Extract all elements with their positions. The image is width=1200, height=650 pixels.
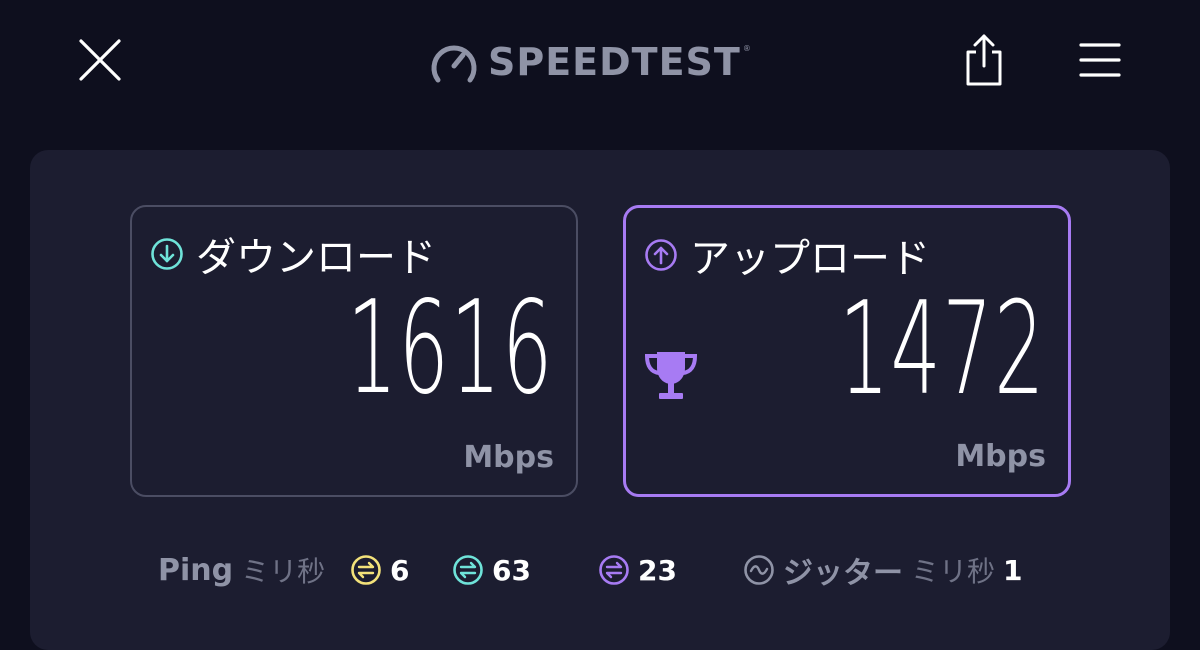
idle-ping[interactable]: 6	[350, 545, 409, 595]
top-bar: SPEEDTEST ®	[0, 0, 1200, 125]
download-card[interactable]: ダウンロード 1616 Mbps	[130, 205, 578, 497]
jitter-icon	[744, 555, 774, 585]
download-ping-value: 63	[492, 553, 531, 587]
download-latency-icon	[453, 555, 483, 585]
ping-label-group: Ping ミリ秒	[158, 545, 325, 595]
idle-ping-value: 6	[390, 553, 410, 587]
ping-unit: ミリ秒	[241, 555, 326, 588]
jitter-value: 1	[1003, 553, 1023, 587]
upload-card[interactable]: アップロード 1472 Mbps	[623, 205, 1071, 497]
jitter-unit: ミリ秒	[911, 555, 996, 588]
download-unit: Mbps	[463, 440, 554, 475]
upload-ping-value: 23	[638, 553, 677, 587]
menu-button[interactable]	[1070, 30, 1130, 90]
upload-ping[interactable]: 23	[598, 545, 677, 595]
upload-unit: Mbps	[955, 439, 1046, 474]
idle-latency-icon	[351, 555, 381, 585]
speedtest-logo: SPEEDTEST ®	[430, 36, 751, 88]
ping-label: Ping	[158, 552, 234, 588]
upload-arrow-icon	[645, 239, 677, 271]
download-speed-value: 1616	[347, 274, 554, 423]
latency-row: Ping ミリ秒 6 63 23 ジッター ミリ秒 1	[30, 545, 1170, 595]
close-icon	[79, 39, 121, 81]
gauge-icon	[431, 45, 477, 83]
jitter-label: ジッター	[783, 556, 903, 591]
share-button[interactable]	[954, 28, 1014, 92]
brand-name: SPEEDTEST	[488, 40, 741, 84]
jitter-group[interactable]: ジッター ミリ秒 1	[743, 545, 1023, 595]
trophy-icon	[641, 348, 701, 408]
results-panel: ダウンロード 1616 Mbps アップロード 1472 Mbps Ping ミ…	[30, 150, 1170, 650]
upload-speed-value: 1472	[839, 275, 1046, 424]
upload-latency-icon	[599, 555, 629, 585]
share-icon	[966, 34, 1002, 86]
download-ping[interactable]: 63	[452, 545, 531, 595]
trademark: ®	[742, 44, 751, 53]
menu-icon	[1079, 43, 1121, 77]
close-button[interactable]	[70, 30, 130, 90]
download-arrow-icon	[151, 238, 183, 270]
